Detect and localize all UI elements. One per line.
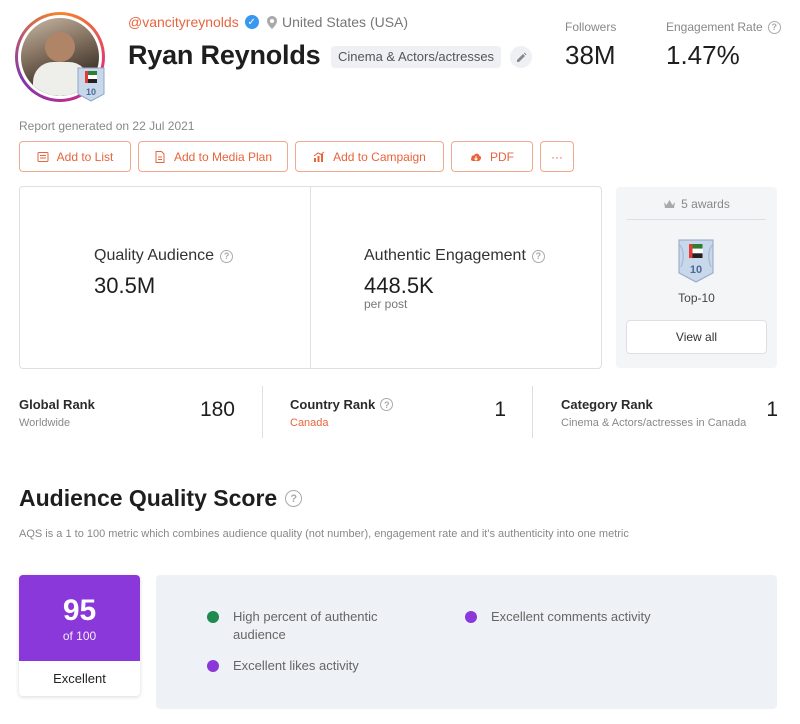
add-to-list-label: Add to List bbox=[56, 149, 114, 164]
quality-audience-section: Quality Audience ? 30.5M bbox=[20, 187, 310, 368]
profile-name: Ryan Reynolds bbox=[128, 40, 321, 70]
followers-stat: Followers 38M bbox=[565, 20, 616, 71]
edit-icon[interactable] bbox=[510, 46, 532, 68]
location-text: United States (USA) bbox=[282, 14, 409, 30]
chart-bars-icon bbox=[313, 151, 325, 162]
followers-value: 38M bbox=[565, 40, 616, 70]
aqs-title-text: Audience Quality Score bbox=[19, 485, 278, 511]
cloud-download-icon bbox=[471, 153, 482, 161]
category-rank-value: 1 bbox=[766, 398, 778, 421]
add-to-list-button[interactable]: Add to List bbox=[19, 141, 131, 172]
aqs-score-card: 95 of 100 Excellent bbox=[19, 575, 140, 696]
add-to-campaign-label: Add to Campaign bbox=[333, 149, 426, 164]
top-10-badge-icon: 10 bbox=[77, 67, 105, 102]
awards-title: 5 awards bbox=[627, 197, 766, 220]
followers-label: Followers bbox=[565, 20, 617, 34]
engagement-rate-value: 1.47% bbox=[666, 40, 740, 70]
aqs-item-text: Excellent comments activity bbox=[491, 609, 651, 624]
document-icon bbox=[155, 150, 165, 163]
more-options-label: ··· bbox=[551, 149, 563, 164]
award-badge-number: 10 bbox=[690, 264, 702, 276]
global-rank-value: 180 bbox=[199, 398, 235, 421]
crown-icon bbox=[664, 200, 676, 208]
country-rank: Country Rank ? Canada 1 bbox=[290, 386, 506, 438]
award-name: Top-10 bbox=[678, 291, 715, 305]
add-to-campaign-button[interactable]: Add to Campaign bbox=[295, 141, 444, 172]
profile-location: United States (USA) bbox=[267, 14, 408, 30]
quality-audience-label-text: Quality Audience bbox=[94, 247, 215, 264]
authentic-engagement-sub: per post bbox=[364, 297, 408, 311]
help-icon[interactable]: ? bbox=[380, 398, 394, 411]
global-rank: Global Rank Worldwide 180 bbox=[19, 386, 235, 438]
awards-count: 5 awards bbox=[681, 197, 730, 211]
authentic-engagement-label: Authentic Engagement ? bbox=[364, 247, 545, 265]
help-icon[interactable]: ? bbox=[220, 249, 234, 263]
help-icon[interactable]: ? bbox=[531, 249, 545, 263]
category-rank-sub: Cinema & Actors/actresses in Canada bbox=[561, 417, 747, 429]
green-dot-icon bbox=[207, 611, 219, 623]
authentic-engagement-section: Authentic Engagement ? 448.5K per post bbox=[310, 187, 601, 368]
action-bar: Add to List Add to Media Plan Add to Cam… bbox=[19, 141, 574, 172]
aqs-item: Excellent likes activity bbox=[207, 657, 457, 675]
category-tag: Cinema & Actors/actresses bbox=[331, 46, 502, 68]
global-rank-sub: Worldwide bbox=[19, 417, 71, 429]
category-rank-title: Category Rank bbox=[561, 397, 653, 412]
category-rank: Category Rank Cinema & Actors/actresses … bbox=[561, 386, 778, 438]
awards-card: 5 awards 10 Top-10 View all bbox=[616, 187, 777, 368]
quality-audience-value: 30.5M bbox=[94, 273, 156, 298]
metrics-card: Quality Audience ? 30.5M Authentic Engag… bbox=[19, 186, 602, 369]
help-icon[interactable]: ? bbox=[285, 490, 303, 507]
pdf-button[interactable]: PDF bbox=[451, 141, 533, 172]
top-10-award-icon: 10 bbox=[678, 239, 714, 283]
country-rank-title: Country Rank ? bbox=[290, 397, 394, 412]
report-date: Report generated on 22 Jul 2021 bbox=[19, 119, 195, 133]
authentic-engagement-label-text: Authentic Engagement bbox=[364, 247, 526, 264]
view-all-awards-button[interactable]: View all bbox=[626, 320, 767, 354]
add-to-media-plan-button[interactable]: Add to Media Plan bbox=[138, 141, 288, 172]
aqs-item: Excellent comments activity bbox=[465, 608, 715, 626]
country-rank-sub[interactable]: Canada bbox=[290, 417, 329, 429]
engagement-rate-label: Engagement Rate ? bbox=[666, 20, 781, 34]
rank-divider bbox=[262, 386, 263, 438]
more-options-button[interactable]: ··· bbox=[540, 141, 574, 172]
verified-icon: ✓ bbox=[244, 15, 259, 29]
quality-audience-label: Quality Audience ? bbox=[94, 247, 234, 265]
engagement-rate-label-text: Engagement Rate bbox=[666, 20, 763, 34]
help-icon[interactable]: ? bbox=[767, 20, 781, 34]
authentic-engagement-value: 448.5K bbox=[364, 273, 434, 298]
list-icon bbox=[37, 151, 49, 162]
country-rank-title-text: Country Rank bbox=[290, 397, 376, 412]
aqs-item-text: Excellent likes activity bbox=[233, 658, 359, 673]
location-pin-icon bbox=[267, 15, 277, 29]
aqs-item: High percent of authentic audience bbox=[207, 608, 417, 644]
rank-divider bbox=[532, 386, 533, 438]
handle-text[interactable]: @vancityreynolds bbox=[128, 14, 239, 30]
purple-dot-icon bbox=[465, 611, 477, 623]
global-rank-title: Global Rank bbox=[19, 397, 95, 412]
aqs-title: Audience Quality Score ? bbox=[19, 485, 303, 512]
aqs-score-grade: Excellent bbox=[53, 671, 106, 686]
purple-dot-icon bbox=[207, 660, 219, 672]
add-to-media-plan-label: Add to Media Plan bbox=[173, 149, 273, 164]
engagement-rate-stat: Engagement Rate ? 1.47% bbox=[666, 20, 781, 71]
country-rank-value: 1 bbox=[494, 398, 506, 421]
profile-handle[interactable]: @vancityreynolds ✓ bbox=[128, 14, 259, 30]
aqs-description: AQS is a 1 to 100 metric which combines … bbox=[19, 528, 629, 540]
badge-rank-text: 10 bbox=[86, 87, 96, 97]
aqs-score-of: of 100 bbox=[62, 629, 97, 643]
pdf-label: PDF bbox=[490, 149, 514, 164]
aqs-score-value: 95 bbox=[62, 594, 97, 627]
aqs-item-text: High percent of authentic audience bbox=[233, 609, 378, 642]
aqs-details-panel: High percent of authentic audience Excel… bbox=[156, 575, 777, 709]
